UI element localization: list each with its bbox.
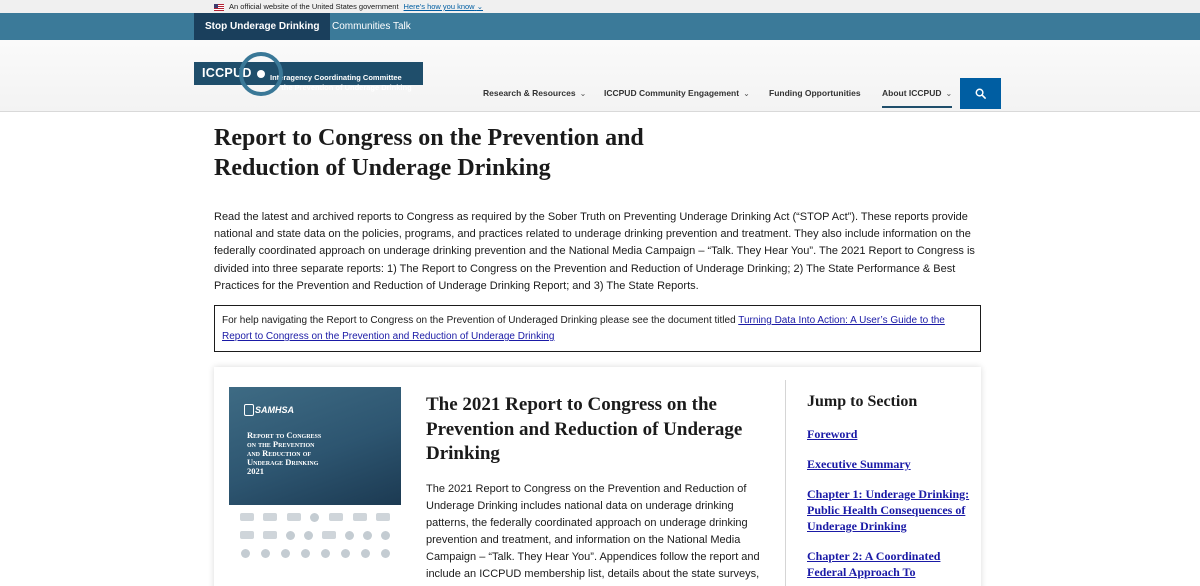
help-text: For help navigating the Report to Congre… bbox=[222, 315, 739, 326]
heres-how-you-know-link[interactable]: Here's how you know ⌄ bbox=[404, 2, 483, 12]
page-title: Report to Congress on the Prevention and… bbox=[214, 125, 644, 181]
report-description: The 2021 Report to Congress on the Preve… bbox=[426, 483, 760, 586]
cover-agency-logos bbox=[235, 513, 395, 567]
tab-communities-talk[interactable]: Communities Talk bbox=[321, 13, 422, 40]
cover-banner: SAMHSA Report to Congress on the Prevent… bbox=[229, 387, 401, 505]
site-header: ICCPUD Interagency Coordinating Committe… bbox=[0, 40, 1200, 112]
us-flag-icon bbox=[214, 3, 224, 11]
jump-link-foreword[interactable]: Foreword bbox=[807, 426, 977, 442]
gov-banner-text: An official website of the United States… bbox=[229, 2, 399, 11]
chevron-down-icon: ⌄ bbox=[945, 89, 953, 98]
section-divider bbox=[785, 380, 786, 586]
help-box: For help navigating the Report to Congre… bbox=[214, 305, 981, 352]
jump-link-executive-summary[interactable]: Executive Summary bbox=[807, 456, 977, 472]
site-tabs: Stop Underage Drinking Communities Talk bbox=[0, 13, 1200, 40]
intro-paragraph: Read the latest and archived reports to … bbox=[214, 211, 975, 292]
jump-to-section: Jump to Section Foreword Executive Summa… bbox=[807, 393, 977, 586]
chevron-down-icon: ⌄ bbox=[579, 89, 587, 98]
cover-line: 2021 bbox=[247, 466, 264, 476]
cover-brand: SAMHSA bbox=[255, 405, 295, 415]
logo-box: ICCPUD Interagency Coordinating Committe… bbox=[194, 62, 423, 92]
chevron-down-icon: ⌄ bbox=[743, 89, 750, 98]
samhsa-eagle-icon bbox=[244, 404, 254, 416]
report-card: SAMHSA Report to Congress on the Prevent… bbox=[214, 367, 981, 586]
logo-subtitle: Interagency Coordinating Committee on th… bbox=[270, 73, 412, 93]
report-title: The 2021 Report to Congress on the Preve… bbox=[426, 394, 743, 464]
logo-dot-icon bbox=[257, 70, 265, 78]
search-icon bbox=[975, 88, 986, 99]
chevron-down-icon: ⌄ bbox=[476, 2, 483, 11]
nav-funding-opportunities[interactable]: Funding Opportunities bbox=[769, 88, 861, 98]
tab-stop-underage-drinking[interactable]: Stop Underage Drinking bbox=[194, 13, 331, 40]
nav-active-indicator bbox=[882, 106, 952, 108]
jump-link-chapter-2[interactable]: Chapter 2: A Coordinated Federal Approac… bbox=[807, 548, 977, 580]
jump-title: Jump to Section bbox=[807, 393, 918, 410]
nav-research-resources[interactable]: Research & Resources ⌄ bbox=[483, 88, 586, 98]
logo-line2: on the Prevention of Underage Drinking bbox=[270, 83, 412, 92]
nav-community-engagement[interactable]: ICCPUD Community Engagement ⌄ bbox=[604, 88, 750, 98]
search-button[interactable] bbox=[960, 78, 1001, 109]
report-cover-image[interactable]: SAMHSA Report to Congress on the Prevent… bbox=[229, 387, 401, 586]
gov-banner: An official website of the United States… bbox=[0, 0, 1200, 13]
cover-title: Report to Congress on the Prevention and… bbox=[247, 431, 321, 476]
jump-link-chapter-1[interactable]: Chapter 1: Underage Drinking: Public Hea… bbox=[807, 486, 977, 534]
iccpud-logo[interactable]: ICCPUD Interagency Coordinating Committe… bbox=[194, 52, 424, 96]
nav-about-iccpud[interactable]: About ICCPUD ⌄ bbox=[882, 88, 952, 98]
logo-line1: Interagency Coordinating Committee bbox=[270, 73, 402, 82]
